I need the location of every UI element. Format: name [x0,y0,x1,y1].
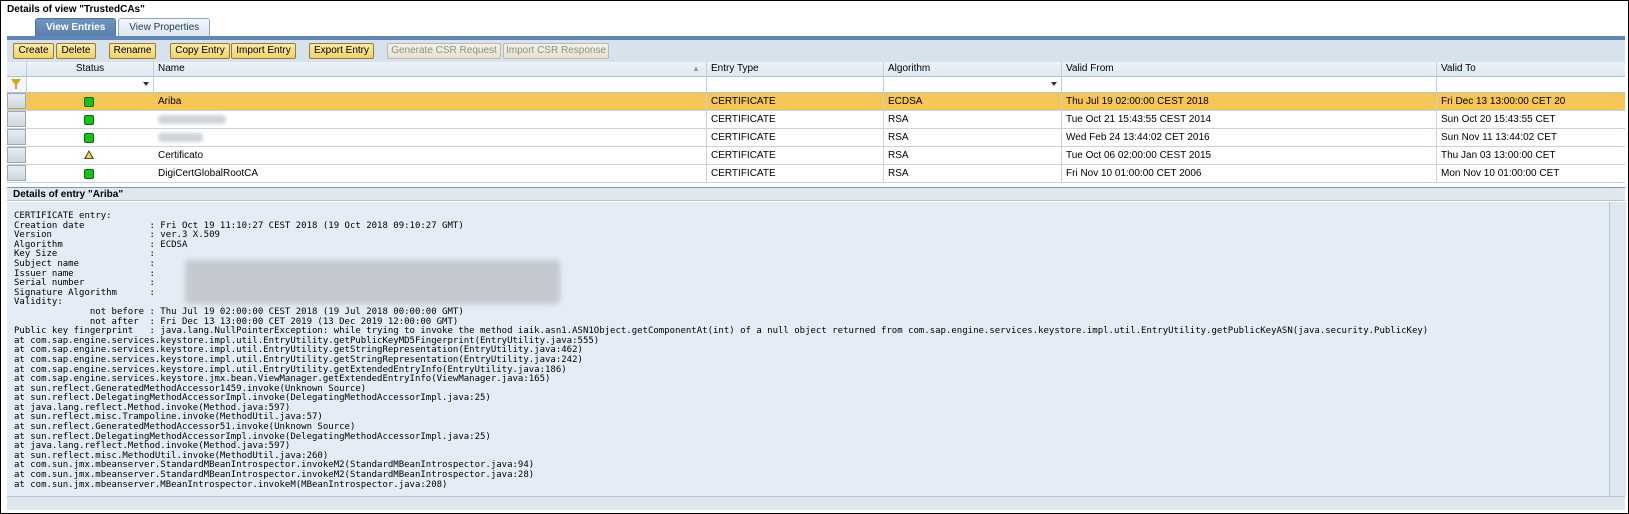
table-row[interactable]: DigiCertGlobalRootCA CERTIFICATE RSA Fri… [7,165,1625,183]
filter-icon-stem [15,85,17,89]
cell-algorithm: RSA [884,129,1062,146]
row-selector[interactable] [7,165,26,181]
table-row[interactable]: CERTIFICATE RSA Tue Oct 21 15:43:55 CEST… [7,111,1625,129]
entries-table: Status Name ▲ Entry Type Algorithm Valid… [7,62,1625,185]
sort-ascending-icon: ▲ [692,64,700,73]
delete-button[interactable]: Delete [56,43,96,59]
window-frame: Details of view "TrustedCAs" View Entrie… [0,0,1629,514]
cell-algorithm: RSA [884,111,1062,128]
cell-valid-to: Mon Nov 10 01:00:00 CET [1441,168,1560,179]
cell-name [154,129,707,146]
row-selector[interactable] [7,93,26,109]
generate-csr-request-button[interactable]: Generate CSR Request [387,43,501,59]
cell-entry-type: CERTIFICATE [707,111,884,128]
valid-from-filter-input[interactable] [1062,77,1437,92]
entry-type-filter-input[interactable] [707,77,884,92]
tab-view-properties[interactable]: View Properties [118,18,211,36]
cell-valid-from: Tue Oct 06 02:00:00 CEST 2015 [1062,147,1437,164]
redacted-certificate-details [185,260,560,304]
import-csr-response-button[interactable]: Import CSR Response [503,43,609,59]
cell-entry-type: CERTIFICATE [707,129,884,146]
row-selector[interactable] [7,129,26,145]
create-button[interactable]: Create [13,43,54,59]
cell-name: Certificato [154,147,707,164]
cell-valid-from: Tue Oct 21 15:43:55 CEST 2014 [1062,111,1437,128]
status-ok-icon [84,97,94,107]
tab-strip: View Entries View Properties [35,18,212,36]
filter-toggle[interactable] [7,77,27,92]
cell-name [154,111,707,128]
cell-valid-to: Thu Jan 03 13:00:00 CET [1441,150,1556,161]
cell-algorithm: RSA [884,165,1062,182]
cell-valid-to: Sun Oct 20 15:43:55 CET [1441,114,1556,125]
rename-button[interactable]: Rename [109,43,156,59]
name-filter-input[interactable] [154,77,707,92]
cell-valid-from: Fri Nov 10 01:00:00 CET 2006 [1062,165,1437,182]
details-section-title: Details of entry "Ariba" [7,187,1625,201]
vertical-scrollbar[interactable] [1609,202,1626,496]
status-ok-icon [84,115,94,125]
import-entry-button[interactable]: Import Entry [231,43,296,59]
chevron-down-icon [143,82,149,86]
cell-valid-to: Sun Nov 11 13:44:02 CET [1441,132,1557,143]
status-ok-icon [84,133,94,143]
column-header-status[interactable]: Status [27,62,154,76]
status-filter-dropdown[interactable] [27,77,154,92]
column-header-valid-from[interactable]: Valid From [1062,62,1437,76]
cell-entry-type: CERTIFICATE [707,165,884,182]
column-header-name-label: Name [158,63,185,74]
chevron-down-icon [1051,82,1057,86]
redacted-name [158,133,203,142]
column-header-algorithm[interactable]: Algorithm [884,62,1062,76]
details-panel: CERTIFICATE entry: Creation date : Fri O… [7,202,1625,496]
header-selector [7,62,27,76]
cell-entry-type: CERTIFICATE [707,93,884,110]
table-row[interactable]: Certificato CERTIFICATE RSA Tue Oct 06 0… [7,147,1625,165]
toolbar: Create Delete Rename Copy Entry Import E… [7,40,1625,63]
algorithm-filter-dropdown[interactable] [884,77,1062,92]
row-selector[interactable] [7,147,26,163]
cell-name: Ariba [154,93,707,110]
table-row[interactable]: Ariba CERTIFICATE ECDSA Thu Jul 19 02:00… [7,93,1625,111]
row-selector[interactable] [7,111,26,127]
warning-triangle-icon [84,150,94,159]
cell-valid-from: Thu Jul 19 02:00:00 CEST 2018 [1062,93,1437,110]
view-title: Details of view "TrustedCAs" [7,4,145,15]
cell-algorithm: ECDSA [884,93,1062,110]
column-header-name[interactable]: Name ▲ [154,62,707,76]
status-ok-icon [84,169,94,179]
column-header-entry-type[interactable]: Entry Type [707,62,884,76]
table-header-row: Status Name ▲ Entry Type Algorithm Valid… [7,62,1625,77]
redacted-name [158,115,226,124]
cell-valid-from: Wed Feb 24 13:44:02 CET 2016 [1062,129,1437,146]
cell-entry-type: CERTIFICATE [707,147,884,164]
cell-algorithm: RSA [884,147,1062,164]
table-row[interactable]: CERTIFICATE RSA Wed Feb 24 13:44:02 CET … [7,129,1625,147]
valid-to-filter-input[interactable] [1437,77,1625,92]
details-text: CERTIFICATE entry: Creation date : Fri O… [14,211,1429,490]
export-entry-button[interactable]: Export Entry [309,43,374,59]
tab-view-entries[interactable]: View Entries [35,18,117,36]
cell-valid-to: Fri Dec 13 13:00:00 CET 20 [1441,96,1566,107]
column-header-valid-to[interactable]: Valid To [1437,62,1625,76]
copy-entry-button[interactable]: Copy Entry [170,43,230,59]
horizontal-scrollbar[interactable] [7,496,1625,510]
filter-row [7,77,1625,93]
cell-name: DigiCertGlobalRootCA [154,165,707,182]
